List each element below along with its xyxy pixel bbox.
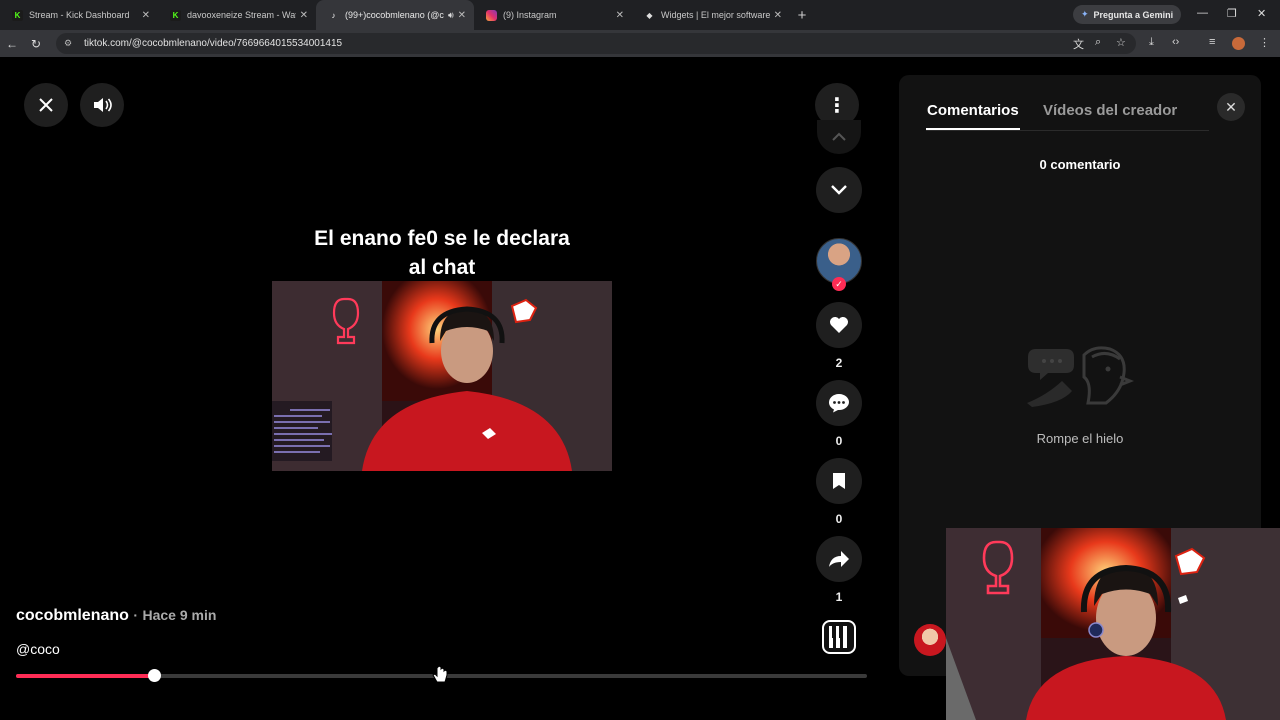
browser-tab-instagram[interactable]: (9) Instagram ✕ — [474, 0, 632, 30]
caption-line: El enano fe0 se le declara — [314, 227, 570, 250]
follow-check-icon[interactable]: ✓ — [832, 277, 846, 291]
close-icon: ✕ — [1225, 98, 1237, 115]
share-icon — [829, 551, 849, 567]
close-tab-icon[interactable]: ✕ — [458, 10, 466, 21]
author-name[interactable]: cocobmlenano — [16, 607, 129, 624]
close-tab-icon[interactable]: ✕ — [300, 10, 308, 21]
speaker-icon[interactable]: 🔊︎ — [448, 10, 454, 21]
gemini-icon: ✦ — [1081, 9, 1089, 19]
share-count: 1 — [835, 590, 843, 604]
tab-label: davooxeneize Stream - Watch L — [187, 10, 296, 20]
music-disc[interactable] — [822, 620, 856, 654]
bookmark-star-icon[interactable]: ☆ — [1116, 36, 1126, 49]
comment-total: 0 comentario — [1039, 157, 1121, 172]
zoom-icon[interactable]: ⌕ — [1095, 36, 1101, 49]
bookmark-icon — [833, 473, 845, 489]
mouse-pointer-icon — [432, 664, 448, 683]
url-text: tiktok.com/@cocobmlenano/video/766966401… — [84, 38, 343, 49]
comment-button[interactable] — [816, 380, 862, 426]
close-tab-icon[interactable]: ✕ — [616, 10, 624, 21]
video-author-line: cocobmlenano · Hace 9 min — [16, 607, 216, 625]
comment-count: 0 — [835, 434, 843, 448]
video-player[interactable] — [272, 281, 612, 471]
translate-icon[interactable]: 文 — [1073, 36, 1084, 52]
webcam-frame — [946, 528, 1280, 720]
restore-icon[interactable]: ❐ — [1227, 7, 1237, 20]
minimize-icon[interactable]: — — [1197, 7, 1208, 19]
browser-tab-kick-dashboard[interactable]: K Stream - Kick Dashboard ✕ — [0, 0, 158, 30]
browser-menu-icon[interactable]: ⋮ — [1259, 36, 1270, 49]
caption-line: al chat — [408, 256, 476, 279]
webcam-overlay — [946, 528, 1280, 720]
volume-icon — [94, 98, 112, 112]
close-tab-icon[interactable]: ✕ — [774, 10, 782, 21]
chevron-down-icon — [831, 185, 847, 195]
gemini-button[interactable]: ✦ Pregunta a Gemini — [1073, 5, 1182, 24]
empty-comments-title: Rompe el hielo — [1036, 431, 1124, 446]
kick-icon: K — [170, 9, 181, 21]
save-count: 0 — [835, 512, 843, 526]
back-icon[interactable]: ← — [0, 37, 24, 51]
download-icon[interactable]: ⤓ — [1149, 36, 1154, 49]
video-caption: El enano fe0 se le declara al chat — [272, 224, 612, 282]
like-count: 2 — [835, 356, 843, 370]
next-video-button[interactable] — [816, 167, 862, 213]
media-control-icon[interactable]: ≡ — [1209, 36, 1215, 48]
instagram-icon — [486, 9, 497, 21]
progress-scrubber[interactable] — [147, 669, 161, 682]
close-tab-icon[interactable]: ✕ — [142, 10, 150, 21]
tiktok-icon: ♪ — [331, 10, 336, 20]
comment-icon — [829, 394, 849, 413]
reload-icon[interactable]: ↻ — [24, 37, 48, 51]
kick-icon: K — [12, 9, 23, 21]
tab-label: (9) Instagram — [503, 10, 557, 20]
volume-button[interactable] — [80, 83, 124, 127]
empty-comments-illustration — [1027, 346, 1135, 407]
tab-label: Stream - Kick Dashboard — [29, 10, 130, 20]
tab-label: Widgets | El mejor software pa — [661, 10, 770, 20]
close-icon — [39, 98, 53, 112]
chevron-up-icon — [832, 132, 846, 141]
tab-label: (99+)cocobmlenano (@coc — [345, 10, 444, 20]
streamelements-icon: ◆ — [646, 10, 653, 20]
close-window-icon[interactable]: ✕ — [1257, 7, 1266, 20]
post-time: Hace 9 min — [142, 607, 217, 623]
gemini-label: Pregunta a Gemini — [1093, 9, 1174, 20]
piano-icon — [829, 626, 847, 648]
save-button[interactable] — [816, 458, 862, 504]
tab-comments[interactable]: Comentarios — [927, 102, 1019, 119]
video-frame — [272, 281, 612, 471]
separator-dot: · — [133, 607, 139, 623]
close-panel-button[interactable]: ✕ — [1217, 93, 1245, 121]
browser-tab-tiktok[interactable]: ♪ (99+)cocobmlenano (@coc 🔊︎ ✕ — [316, 0, 474, 30]
more-vertical-icon: ⋮ — [827, 94, 847, 117]
address-bar[interactable]: ⚙ tiktok.com/@cocobmlenano/video/7669664… — [56, 33, 1136, 54]
heart-icon — [830, 317, 848, 333]
devtools-icon[interactable]: ‹› — [1172, 36, 1179, 48]
video-description[interactable]: @coco — [16, 641, 60, 657]
user-avatar[interactable] — [914, 624, 946, 656]
new-tab-button[interactable]: + — [790, 7, 814, 24]
profile-avatar[interactable] — [1232, 37, 1245, 50]
active-tab-indicator — [926, 128, 1020, 130]
tab-creator-videos[interactable]: Vídeos del creador — [1043, 102, 1177, 119]
tab-divider — [926, 130, 1209, 131]
progress-fill — [16, 674, 155, 678]
like-button[interactable] — [816, 302, 862, 348]
browser-tab-widgets[interactable]: ◆ Widgets | El mejor software pa ✕ — [632, 0, 790, 30]
share-button[interactable] — [816, 536, 862, 582]
close-video-button[interactable] — [24, 83, 68, 127]
browser-tab-kick-stream[interactable]: K davooxeneize Stream - Watch L ✕ — [158, 0, 316, 30]
site-info-icon[interactable]: ⚙ — [64, 38, 76, 49]
